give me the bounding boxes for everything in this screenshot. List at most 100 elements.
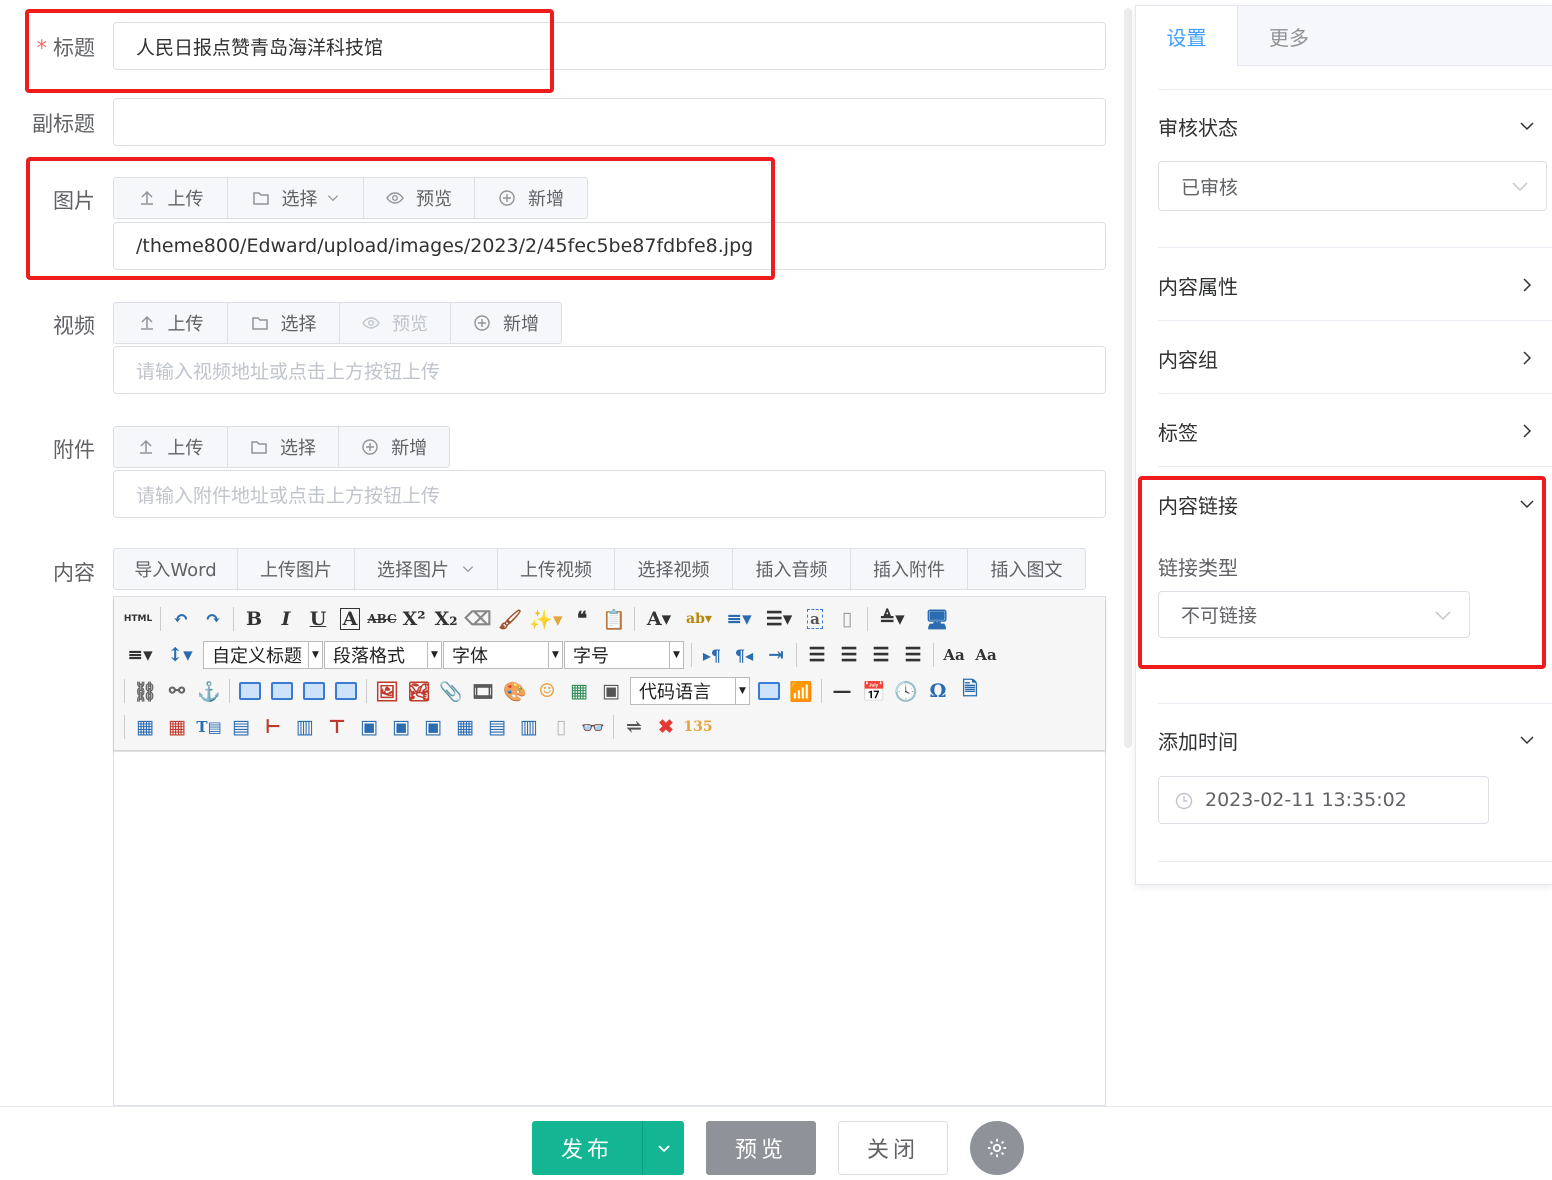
chevron-down-icon[interactable]	[1520, 733, 1534, 747]
font-size-select[interactable]: 字号 ▼	[564, 641, 684, 669]
anchor-icon[interactable]: ⚓	[193, 677, 225, 705]
html-source-icon[interactable]: HTML	[120, 605, 156, 633]
uppercase-icon[interactable]: Aa	[938, 641, 970, 669]
search-replace-icon[interactable]: 👓	[577, 713, 609, 741]
video-add-button[interactable]: 新增	[451, 303, 561, 343]
content-attributes-title[interactable]: 内容属性	[1158, 271, 1238, 300]
indent-icon[interactable]: ⇥	[760, 641, 792, 669]
horizontal-rule-icon[interactable]: —	[826, 677, 858, 705]
align-right-icon[interactable]: ☰	[865, 641, 897, 669]
delete-row-icon[interactable]: ⊢	[257, 713, 289, 741]
video-upload-button[interactable]: 上传	[114, 303, 228, 343]
review-status-select[interactable]: 已审核	[1158, 161, 1547, 211]
merge-right-icon[interactable]: ▣	[385, 713, 417, 741]
attachment-clip-icon[interactable]: 📎	[435, 677, 467, 705]
word-image-icon[interactable]: 🗎	[954, 677, 986, 705]
background-icon[interactable]: 📶	[785, 677, 817, 705]
attachment-url-input[interactable]: 请输入附件地址或点击上方按钮上传	[113, 470, 1106, 518]
link-icon[interactable]: ⛓	[129, 677, 161, 705]
merge-down-icon[interactable]: ▣	[417, 713, 449, 741]
publish-button[interactable]: 发布	[532, 1121, 642, 1175]
underline-icon[interactable]: U	[302, 605, 334, 633]
image-center-icon[interactable]	[330, 677, 362, 705]
paste-plain-icon[interactable]: 📋	[598, 605, 630, 633]
unlink-icon[interactable]: ⚯	[161, 677, 193, 705]
video-preview-button[interactable]: 预览	[340, 303, 451, 343]
video-choose-button[interactable]: 选择	[228, 303, 340, 343]
choose-video-button[interactable]: 选择视频	[615, 549, 733, 589]
upload-image-button[interactable]: 上传图片	[238, 549, 355, 589]
image-add-button[interactable]: 新增	[475, 178, 587, 218]
redo-icon[interactable]: ↷	[197, 605, 229, 633]
lowercase-icon[interactable]: Aa	[970, 641, 1002, 669]
date-icon[interactable]: 📅	[858, 677, 890, 705]
xiumi-icon[interactable]: ✖	[650, 713, 682, 741]
undo-icon[interactable]: ↶	[165, 605, 197, 633]
preview-button[interactable]: 预览	[706, 1121, 816, 1175]
publish-dropdown-button[interactable]	[642, 1121, 684, 1175]
align-left-icon[interactable]: ☰	[801, 641, 833, 669]
insert-audio-button[interactable]: 插入音频	[733, 549, 851, 589]
eraser-icon[interactable]: ⌫	[462, 605, 494, 633]
strikethrough-icon[interactable]: ABC	[366, 605, 398, 633]
chevron-down-icon[interactable]	[1520, 119, 1534, 133]
add-time-title[interactable]: 添加时间	[1158, 726, 1238, 755]
chevron-right-icon[interactable]	[1520, 278, 1534, 292]
italic-icon[interactable]: I	[270, 605, 302, 633]
video-url-input[interactable]: 请输入视频地址或点击上方按钮上传	[113, 346, 1106, 394]
font-color-icon[interactable]: A▾	[639, 605, 679, 633]
align-center-icon[interactable]: ☰	[833, 641, 865, 669]
subtitle-input[interactable]	[113, 98, 1106, 146]
subscript-icon[interactable]: X₂	[430, 605, 462, 633]
insert-attachment-button[interactable]: 插入附件	[851, 549, 968, 589]
clear-doc-icon[interactable]: ▯	[831, 605, 863, 633]
paragraph-spacing-icon[interactable]: ≡▾	[120, 641, 160, 669]
image-preview-button[interactable]: 预览	[364, 178, 475, 218]
title-input[interactable]: 人民日报点赞青岛海洋科技馆	[113, 22, 1106, 70]
merge-cells-icon[interactable]: ▣	[353, 713, 385, 741]
preview-monitor-icon[interactable]: 🖥	[921, 605, 953, 633]
special-chars-icon[interactable]: Ω	[922, 677, 954, 705]
ordered-list-icon[interactable]: ≡▾	[719, 605, 759, 633]
font-family-select[interactable]: 字体 ▼	[443, 641, 563, 669]
split-cells-icon[interactable]: ▦	[449, 713, 481, 741]
upload-video-button[interactable]: 上传视频	[498, 549, 615, 589]
content-group-title[interactable]: 内容组	[1158, 344, 1218, 373]
insert-image-icon[interactable]: 🏞	[403, 677, 435, 705]
import-word-button[interactable]: 导入Word	[114, 549, 238, 589]
font-border-icon[interactable]: A	[334, 605, 366, 633]
chevron-down-icon[interactable]	[1520, 497, 1534, 511]
tab-settings[interactable]: 设置	[1136, 6, 1238, 66]
delete-col-icon[interactable]: ⊤	[321, 713, 353, 741]
scrawl-icon[interactable]: 🎨	[499, 677, 531, 705]
insert-col-icon[interactable]: ▥	[289, 713, 321, 741]
image-upload-button[interactable]: 上传	[114, 178, 228, 218]
format-brush-icon[interactable]: 🖌	[494, 605, 526, 633]
print-icon[interactable]: ▯	[545, 713, 577, 741]
form-scrollbar[interactable]	[1124, 8, 1132, 748]
select-all-icon[interactable]: a	[799, 605, 831, 633]
insert-row-icon[interactable]: ▤	[225, 713, 257, 741]
split-rows-icon[interactable]: ▤	[481, 713, 513, 741]
insert-table-icon[interactable]: ▦	[129, 713, 161, 741]
review-status-title[interactable]: 审核状态	[1158, 112, 1238, 141]
time-icon[interactable]: 🕓	[890, 677, 922, 705]
bold-icon[interactable]: B	[238, 605, 270, 633]
chevron-right-icon[interactable]	[1520, 351, 1534, 365]
135-editor-icon[interactable]: 135	[682, 713, 714, 741]
attachment-choose-button[interactable]: 选择	[228, 427, 340, 467]
image-choose-button[interactable]: 选择	[228, 178, 364, 218]
settings-gear-button[interactable]	[970, 1121, 1024, 1175]
close-button[interactable]: 关闭	[838, 1121, 948, 1175]
code-language-select[interactable]: 代码语言 ▼	[630, 677, 750, 705]
blockquote-icon[interactable]: ❝	[566, 605, 598, 633]
split-cols-icon[interactable]: ▥	[513, 713, 545, 741]
image-none-icon[interactable]	[234, 677, 266, 705]
template-icon[interactable]	[753, 677, 785, 705]
unordered-list-icon[interactable]: ☰▾	[759, 605, 799, 633]
delete-table-icon[interactable]: ▦	[161, 713, 193, 741]
insert-frame-icon[interactable]: ▣	[595, 677, 627, 705]
ltr-icon[interactable]: ▸¶	[696, 641, 728, 669]
chevron-right-icon[interactable]	[1520, 424, 1534, 438]
page-break-icon[interactable]: ⇌	[618, 713, 650, 741]
